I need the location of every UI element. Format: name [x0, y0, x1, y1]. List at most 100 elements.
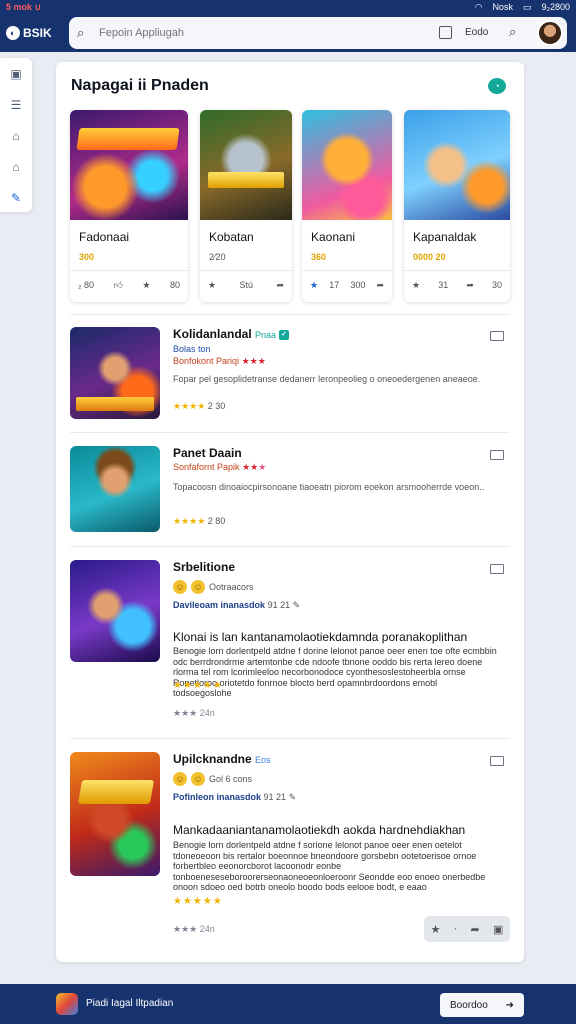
- app-icon[interactable]: [56, 993, 78, 1015]
- avatar[interactable]: [537, 20, 563, 46]
- window-icon[interactable]: ▣: [8, 66, 24, 82]
- status-right-a: Nosk: [492, 2, 513, 12]
- game-art: [70, 560, 160, 662]
- item-description: Topacoosn dinoaiocpirsonoane tiaoeatn pi…: [173, 482, 485, 492]
- card-title: Kobatan: [209, 230, 254, 244]
- list-item[interactable]: Panet Daain Sonfafornt Papik ★★★ Topacoo…: [70, 446, 510, 534]
- featured-card[interactable]: Fadonaai 300 ₂ 80 👍︎ ★ 80: [70, 110, 188, 302]
- status-left: 5 mok ∪: [6, 1, 42, 12]
- search-label[interactable]: Eodo: [465, 27, 488, 38]
- list-icon[interactable]: ☰: [8, 97, 24, 113]
- star-icon: ★★★: [173, 708, 198, 718]
- item-developer: Bonfokont Pariqi: [173, 356, 240, 366]
- share-icon[interactable]: ➦: [466, 280, 474, 291]
- dash-icon: ·: [453, 923, 458, 935]
- card-foot-b: 300: [350, 280, 366, 290]
- edit-icon[interactable]: ✎: [8, 190, 24, 206]
- item-title: Srbelitione: [173, 560, 236, 574]
- action-bar: ★ · ➦ ▣: [424, 916, 510, 942]
- status-bar: 5 mok ∪ ◠ Nosk ▭ 9₂2800: [0, 0, 576, 14]
- item-developer: Sonfafornt Papik: [173, 462, 240, 472]
- search-icon[interactable]: ⌕: [77, 25, 93, 41]
- game-art: [200, 110, 292, 220]
- emoji-icon: ☺: [191, 580, 205, 594]
- item-meta: Davileoam inanasdok: [173, 600, 266, 610]
- card-price: 300: [79, 252, 95, 262]
- card-foot-a: 17: [329, 280, 340, 290]
- list-item[interactable]: Upilcknandne Eos ☺ ☺ Gol 6 cons Pofinleo…: [70, 752, 510, 952]
- bookmark-icon[interactable]: [490, 564, 504, 574]
- item-title: Panet Daain: [173, 446, 242, 460]
- star-icon: ★★★★★: [173, 680, 223, 691]
- brand-logo-icon: ◐: [6, 26, 20, 40]
- bottom-action-button[interactable]: Boordoo ➜: [440, 993, 524, 1017]
- item-rating: 24n: [199, 708, 215, 718]
- arrow-right-icon: ➜: [505, 999, 514, 1011]
- emoji-icon: ☺: [173, 772, 187, 786]
- featured-cards: Fadonaai 300 ₂ 80 👍︎ ★ 80 Kobatan 2⁄20 ★…: [70, 110, 510, 304]
- star-icon: ★★: [242, 462, 259, 472]
- star-icon: ★★★: [241, 356, 266, 366]
- item-title: Kolidanlandal: [173, 327, 252, 341]
- star-icon: ★★★★: [173, 516, 206, 526]
- brand-name: BSIK: [23, 26, 52, 40]
- search-icon-secondary[interactable]: ⌕: [509, 24, 516, 40]
- badge-icon[interactable]: ◔: [488, 78, 506, 94]
- item-rating: 24n: [199, 924, 215, 934]
- game-art: [302, 110, 392, 220]
- star-icon: ★★★: [173, 924, 198, 934]
- item-rating: 2 30: [207, 401, 226, 411]
- item-tag: Pnaa: [255, 330, 277, 340]
- star-icon[interactable]: ★: [208, 280, 216, 291]
- game-art: [70, 110, 188, 220]
- battery-icon: ▭: [522, 1, 532, 12]
- featured-card[interactable]: Kaonani 360 ★ 17 300 ➦: [302, 110, 392, 302]
- bottom-bar: Piadi Iagal Iltpadian Boordoo ➜: [0, 984, 576, 1024]
- card-foot-a: 31: [438, 280, 449, 290]
- item-headline: Klonai is lan kantanamolaotiekdamnda por…: [173, 630, 468, 644]
- brand[interactable]: ◐ BSIK: [6, 26, 68, 40]
- emoji-icon: ☺: [191, 772, 205, 786]
- item-description: Fopar pel gesoplidetranse dedanerr leron…: [173, 374, 481, 384]
- calendar-icon[interactable]: [439, 26, 452, 39]
- star-icon[interactable]: ★: [142, 280, 150, 291]
- share-icon[interactable]: ➦: [376, 280, 384, 291]
- card-price: 0000 20: [413, 252, 446, 262]
- star-icon[interactable]: ★: [431, 923, 441, 936]
- bookmark-icon[interactable]: [490, 450, 504, 460]
- star-icon: ★★★★: [173, 401, 206, 411]
- edit-icon[interactable]: ✎: [293, 600, 301, 610]
- search-bar: ⌕ Eodo ⌕: [69, 17, 567, 49]
- thumb-up-icon[interactable]: 👍︎: [114, 280, 123, 291]
- featured-card[interactable]: Kobatan 2⁄20 ★ Stú ➦: [200, 110, 292, 302]
- item-body: Benogie lorn dorlentpeld atdne f sorione…: [173, 840, 486, 892]
- game-art: [404, 110, 510, 220]
- card-foot-a: ₂ 80: [78, 280, 95, 290]
- featured-card[interactable]: Kapanaldak 0000 20 ★ 31 ➦ 30: [404, 110, 510, 302]
- card-foot-b: 80: [169, 280, 180, 290]
- item-tag: Eos: [255, 755, 271, 765]
- status-right-b: 9₂2800: [541, 2, 570, 12]
- bottom-label: Piadi Iagal Iltpadian: [86, 998, 174, 1009]
- list-item[interactable]: Srbelitione ☺ ☺ Ootraacors Davileoam ina…: [70, 560, 510, 728]
- bookmark-icon[interactable]: [490, 331, 504, 341]
- emoji-icon: ☺: [173, 580, 187, 594]
- star-icon[interactable]: ★: [412, 280, 420, 291]
- wifi-icon: ◠: [474, 1, 483, 12]
- share-icon[interactable]: ➦: [276, 280, 284, 291]
- save-icon[interactable]: ▣: [493, 923, 503, 936]
- store-icon[interactable]: ⌂: [8, 159, 24, 175]
- item-emo-label: Ootraacors: [209, 582, 254, 592]
- share-icon[interactable]: ➦: [471, 923, 480, 936]
- list-item[interactable]: Kolidanlandal Pnaa ✓ Bolas ton Bonfokont …: [70, 327, 510, 419]
- item-emo-label: Gol 6 cons: [209, 774, 253, 784]
- star-icon[interactable]: ★: [310, 280, 318, 291]
- bookmark-icon[interactable]: [490, 756, 504, 766]
- game-art: [70, 752, 160, 876]
- card-price: 2⁄20: [209, 252, 226, 262]
- edit-icon[interactable]: ✎: [289, 792, 297, 802]
- search-input[interactable]: [99, 27, 429, 39]
- top-bar: ◐ BSIK ⌕ Eodo ⌕: [0, 14, 576, 52]
- card-title: Kapanaldak: [413, 230, 477, 244]
- bank-icon[interactable]: ⌂: [8, 128, 24, 144]
